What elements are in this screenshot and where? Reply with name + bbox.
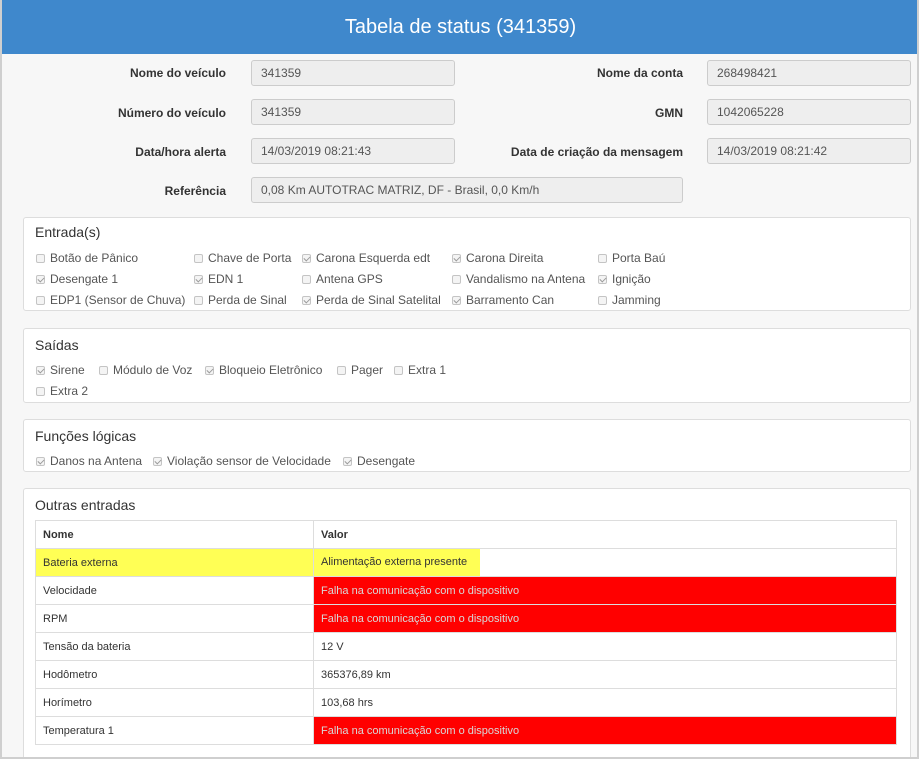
other-inputs-panel: Outras entradas Nome Valor Bateria exter… (23, 488, 911, 757)
output-checkbox-extra-2[interactable]: Extra 2 (36, 384, 88, 398)
input-checkbox-left-passenger[interactable]: Carona Esquerda edt (302, 251, 430, 265)
input-checkbox-edp1[interactable]: EDP1 (Sensor de Chuva) (36, 293, 185, 307)
row-name: Bateria externa (35, 548, 314, 577)
table-row: Hodômetro 365376,89 km (35, 660, 897, 689)
input-checkbox-door-key[interactable]: Chave de Porta (194, 251, 291, 265)
checkbox-box[interactable] (302, 253, 311, 263)
row-name: Horímetro (35, 688, 314, 717)
row-value-error: Falha na comunicação com o dispositivo (313, 576, 897, 605)
reference-label: Referência (164, 184, 226, 198)
account-name-field[interactable]: 268498421 (707, 60, 911, 86)
input-checkbox-signal-loss[interactable]: Perda de Sinal (194, 293, 287, 307)
message-created-field[interactable]: 14/03/2019 08:21:42 (707, 138, 911, 164)
inputs-panel-title: Entrada(s) (35, 224, 101, 240)
table-header-row: Nome Valor (35, 520, 897, 549)
outputs-panel: Saídas Sirene Módulo de Voz Bloqueio Ele… (23, 328, 911, 403)
other-inputs-panel-title: Outras entradas (35, 497, 136, 513)
row-value-highlight: Alimentação externa presente (314, 549, 481, 576)
input-checkbox-jamming[interactable]: Jamming (598, 293, 661, 307)
table-row: RPM Falha na comunicação com o dispositi… (35, 604, 897, 633)
output-checkbox-pager[interactable]: Pager (337, 363, 383, 377)
input-checkbox-ignition[interactable]: Ignição (598, 272, 651, 286)
vehicle-number-label: Número do veículo (117, 106, 226, 120)
table-row: Horímetro 103,68 hrs (35, 688, 897, 717)
checkbox-box[interactable] (36, 386, 45, 396)
table-row: Bateria externa Alimentação externa pres… (35, 548, 897, 577)
checkbox-box[interactable] (394, 365, 403, 375)
input-checkbox-uncoupling-1[interactable]: Desengate 1 (36, 272, 118, 286)
table-row: Tensão da bateria 12 V (35, 632, 897, 661)
input-checkbox-edn-1[interactable]: EDN 1 (194, 272, 243, 286)
row-name: RPM (35, 604, 314, 633)
checkbox-box[interactable] (598, 253, 607, 263)
output-checkbox-extra-1[interactable]: Extra 1 (394, 363, 446, 377)
message-created-label: Data de criação da mensagem (510, 145, 683, 159)
checkbox-box[interactable] (153, 456, 162, 466)
alert-datetime-field[interactable]: 14/03/2019 08:21:43 (251, 138, 455, 164)
checkbox-box[interactable] (36, 274, 45, 284)
checkbox-box[interactable] (194, 274, 203, 284)
gmn-field[interactable]: 1042065228 (707, 99, 911, 125)
logic-checkbox-antenna-damage[interactable]: Danos na Antena (36, 454, 142, 468)
vehicle-name-label: Nome do veículo (129, 66, 226, 80)
row-value-error: Falha na comunicação com o dispositivo (313, 716, 897, 745)
checkbox-box[interactable] (452, 295, 461, 305)
logic-checkbox-speed-sensor[interactable]: Violação sensor de Velocidade (153, 454, 331, 468)
other-inputs-table: Nome Valor Bateria externa Alimentação e… (35, 520, 897, 745)
input-checkbox-trunk-door[interactable]: Porta Baú (598, 251, 665, 265)
vehicle-number-field[interactable]: 341359 (251, 99, 455, 125)
output-checkbox-electronic-block[interactable]: Bloqueio Eletrônico (205, 363, 322, 377)
row-name: Temperatura 1 (35, 716, 314, 745)
gmn-label: GMN (655, 106, 683, 120)
checkbox-box[interactable] (302, 274, 311, 284)
checkbox-box[interactable] (205, 365, 214, 375)
row-name: Hodômetro (35, 660, 314, 689)
checkbox-box[interactable] (194, 253, 203, 263)
page-title: Tabela de status (341359) (2, 0, 917, 54)
input-checkbox-antenna-vandalism[interactable]: Vandalismo na Antena (452, 272, 585, 286)
checkbox-box[interactable] (36, 365, 45, 375)
row-value-error: Falha na comunicação com o dispositivo (313, 604, 897, 633)
checkbox-box[interactable] (343, 456, 352, 466)
column-header-name: Nome (35, 520, 314, 549)
status-window: Tabela de status (341359) Nome do veícul… (0, 0, 919, 759)
output-checkbox-siren[interactable]: Sirene (36, 363, 85, 377)
checkbox-box[interactable] (598, 295, 607, 305)
checkbox-box[interactable] (337, 365, 346, 375)
checkbox-box[interactable] (302, 295, 311, 305)
table-row: Velocidade Falha na comunicação com o di… (35, 576, 897, 605)
vehicle-name-field[interactable]: 341359 (251, 60, 455, 86)
column-header-value: Valor (313, 520, 897, 549)
checkbox-box[interactable] (36, 253, 45, 263)
table-row: Temperatura 1 Falha na comunicação com o… (35, 716, 897, 745)
logic-panel-title: Funções lógicas (35, 428, 137, 444)
row-value: 12 V (313, 632, 897, 661)
input-checkbox-right-passenger[interactable]: Carona Direita (452, 251, 543, 265)
logic-checkbox-uncoupling[interactable]: Desengate (343, 454, 415, 468)
checkbox-box[interactable] (452, 253, 461, 263)
alert-datetime-label: Data/hora alerta (135, 145, 226, 159)
inputs-panel: Entrada(s) Botão de Pânico Chave de Port… (23, 217, 911, 311)
row-name: Tensão da bateria (35, 632, 314, 661)
checkbox-box[interactable] (598, 274, 607, 284)
checkbox-box[interactable] (194, 295, 203, 305)
checkbox-box[interactable] (36, 295, 45, 305)
row-value: Alimentação externa presente (313, 548, 897, 577)
input-checkbox-can-bus[interactable]: Barramento Can (452, 293, 554, 307)
row-value: 103,68 hrs (313, 688, 897, 717)
row-name: Velocidade (35, 576, 314, 605)
checkbox-box[interactable] (452, 274, 461, 284)
output-checkbox-voice-module[interactable]: Módulo de Voz (99, 363, 192, 377)
reference-field[interactable]: 0,08 Km AUTOTRAC MATRIZ, DF - Brasil, 0,… (251, 177, 683, 203)
logic-panel: Funções lógicas Danos na Antena Violação… (23, 419, 911, 472)
checkbox-box[interactable] (99, 365, 108, 375)
row-value: 365376,89 km (313, 660, 897, 689)
checkbox-box[interactable] (36, 456, 45, 466)
account-name-label: Nome da conta (596, 66, 683, 80)
outputs-panel-title: Saídas (35, 337, 79, 353)
input-checkbox-gps-antenna[interactable]: Antena GPS (302, 272, 383, 286)
input-checkbox-satellite-signal-loss[interactable]: Perda de Sinal Satelital (302, 293, 441, 307)
input-checkbox-panic[interactable]: Botão de Pânico (36, 251, 138, 265)
